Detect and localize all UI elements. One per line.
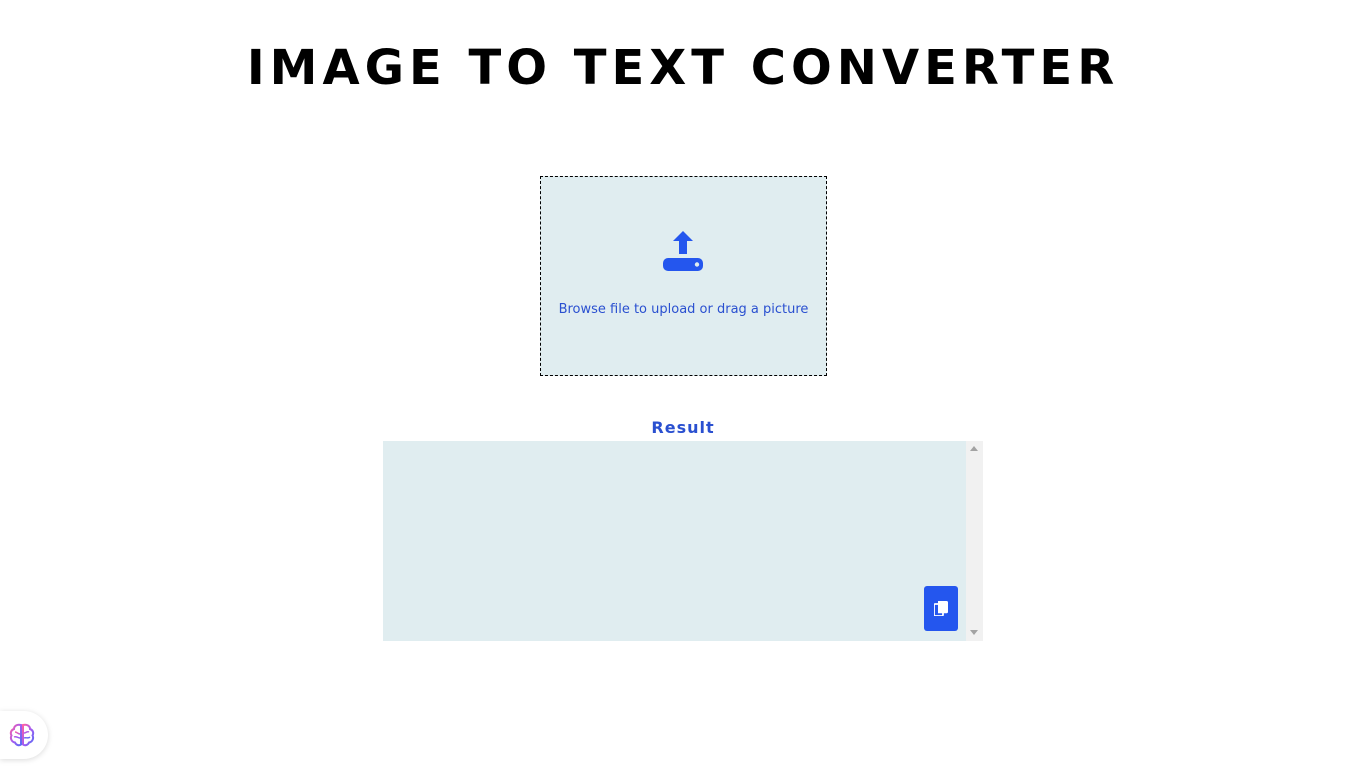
scroll-up-arrow-icon[interactable] xyxy=(970,446,978,451)
assistant-widget-button[interactable] xyxy=(0,711,48,759)
upload-dropzone[interactable]: Browse file to upload or drag a picture xyxy=(540,176,827,376)
copy-button[interactable] xyxy=(924,586,958,631)
result-label: Result xyxy=(651,418,715,437)
result-scrollbar[interactable] xyxy=(966,441,983,641)
copy-icon xyxy=(934,601,948,616)
page-title: IMAGE TO TEXT CONVERTER xyxy=(246,40,1120,96)
result-textarea[interactable] xyxy=(383,441,966,641)
scroll-down-arrow-icon[interactable] xyxy=(970,630,978,635)
upload-prompt: Browse file to upload or drag a picture xyxy=(558,302,809,317)
upload-icon xyxy=(663,231,703,271)
brain-icon xyxy=(9,723,35,747)
result-panel xyxy=(383,441,983,641)
page: IMAGE TO TEXT CONVERTER Browse file to u… xyxy=(0,0,1366,768)
